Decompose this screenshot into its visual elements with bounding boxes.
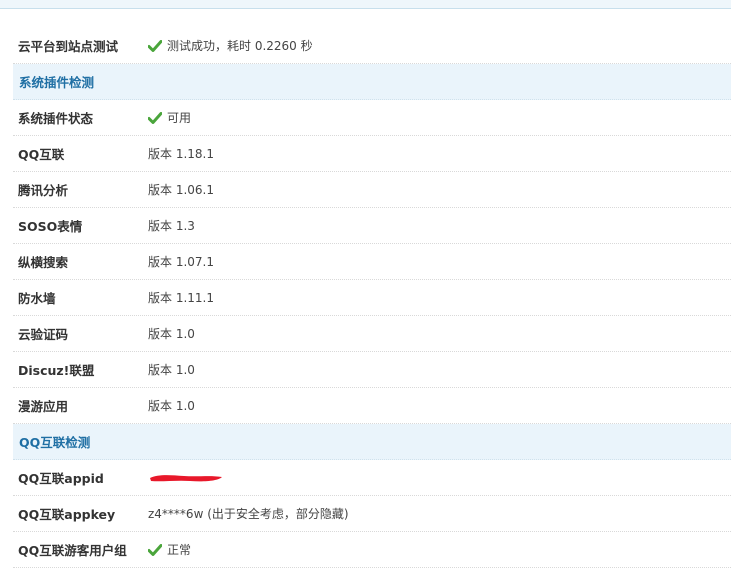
row-label: QQ互联appid [18, 471, 104, 486]
row-label: QQ互联appkey [18, 507, 116, 522]
row-label: QQ互联游客用户组 [18, 543, 127, 558]
redacted-mark-icon [150, 474, 222, 481]
row-value: z4****6w (出于安全考虑，部分隐藏) [148, 507, 349, 521]
diagnostics-table: 云平台到站点测试 测试成功，耗时 0.2260 秒 系统插件检测 系统插件状态 … [13, 28, 731, 568]
row-value-wrap: 测试成功，耗时 0.2260 秒 [148, 37, 313, 54]
row-value: 版本 1.0 [148, 363, 195, 377]
section-qq-connect-check: QQ互联检测 [13, 424, 731, 460]
row-tencent-analysis: 腾讯分析 版本 1.06.1 [13, 172, 731, 208]
row-label: Discuz!联盟 [18, 363, 95, 378]
row-value: 版本 1.3 [148, 219, 195, 233]
check-icon [148, 111, 162, 124]
row-label: 云平台到站点测试 [18, 39, 119, 54]
row-cloud-test: 云平台到站点测试 测试成功，耗时 0.2260 秒 [13, 28, 731, 64]
row-label: 系统插件状态 [18, 111, 94, 126]
row-value: 版本 1.06.1 [148, 183, 214, 197]
section-title: QQ互联检测 [19, 435, 91, 450]
row-value: 版本 1.0 [148, 327, 195, 341]
row-value: 可用 [167, 111, 192, 125]
row-value-wrap: 正常 [148, 541, 191, 558]
row-qq-appid: QQ互联appid [13, 460, 731, 496]
row-value: 正常 [167, 543, 192, 557]
row-value: 版本 1.0 [148, 399, 195, 413]
row-label: SOSO表情 [18, 219, 83, 234]
row-label: 纵横搜索 [18, 255, 69, 270]
row-qq-guest-group: QQ互联游客用户组 正常 [13, 532, 731, 568]
row-value: 版本 1.18.1 [148, 147, 214, 161]
row-label: 漫游应用 [18, 399, 69, 414]
top-border-strip [0, 0, 731, 9]
row-label: 腾讯分析 [18, 183, 69, 198]
section-system-plugins: 系统插件检测 [13, 64, 731, 100]
row-value-wrap [148, 472, 229, 484]
row-firewall: 防水墙 版本 1.11.1 [13, 280, 731, 316]
row-qq-connect: QQ互联 版本 1.18.1 [13, 136, 731, 172]
row-label: 云验证码 [18, 327, 69, 342]
row-roaming-apps: 漫游应用 版本 1.0 [13, 388, 731, 424]
row-vertical-search: 纵横搜索 版本 1.07.1 [13, 244, 731, 280]
row-value: 测试成功，耗时 0.2260 秒 [167, 39, 313, 53]
row-value: 版本 1.11.1 [148, 291, 214, 305]
row-cloud-captcha: 云验证码 版本 1.0 [13, 316, 731, 352]
row-value: 版本 1.07.1 [148, 255, 214, 269]
row-discuz-union: Discuz!联盟 版本 1.0 [13, 352, 731, 388]
row-plugin-status: 系统插件状态 可用 [13, 100, 731, 136]
row-label: QQ互联 [18, 147, 65, 162]
row-qq-appkey: QQ互联appkey z4****6w (出于安全考虑，部分隐藏) [13, 496, 731, 532]
check-icon [148, 543, 162, 556]
check-icon [148, 39, 162, 52]
section-title: 系统插件检测 [19, 75, 95, 90]
row-label: 防水墙 [18, 291, 56, 306]
row-soso-emoji: SOSO表情 版本 1.3 [13, 208, 731, 244]
row-value-wrap: 可用 [148, 109, 191, 126]
